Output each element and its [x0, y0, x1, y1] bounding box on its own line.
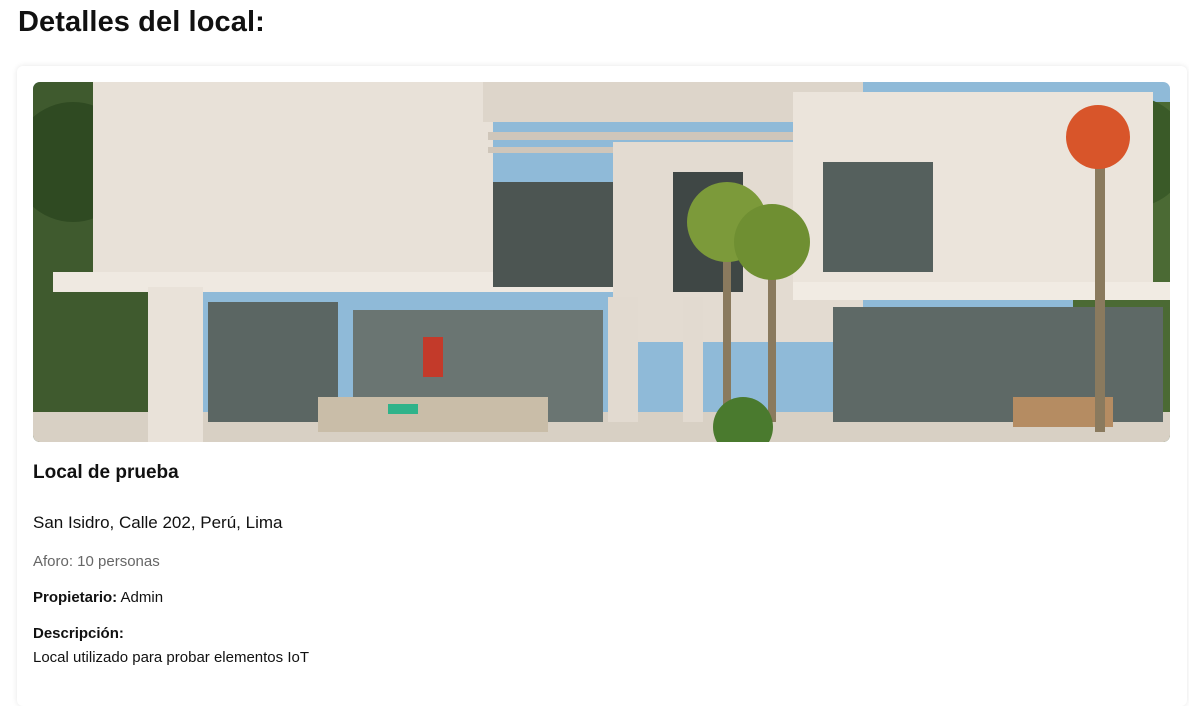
venue-owner: Propietario: Admin [33, 589, 163, 606]
venue-address: San Isidro, Calle 202, Perú, Lima [33, 513, 283, 532]
owner-label: Propietario: [33, 589, 118, 606]
venue-name: Local de prueba [33, 462, 179, 483]
venue-card: Local de prueba San Isidro, Calle 202, P… [17, 66, 1187, 706]
page-title: Detalles del local: [18, 6, 265, 38]
description-text: Local utilizado para probar elementos Io… [33, 649, 309, 666]
venue-capacity: Aforo: 10 personas [33, 553, 160, 570]
venue-photo [33, 82, 1170, 442]
owner-value: Admin [120, 589, 164, 606]
description-label: Descripción: [33, 625, 124, 642]
